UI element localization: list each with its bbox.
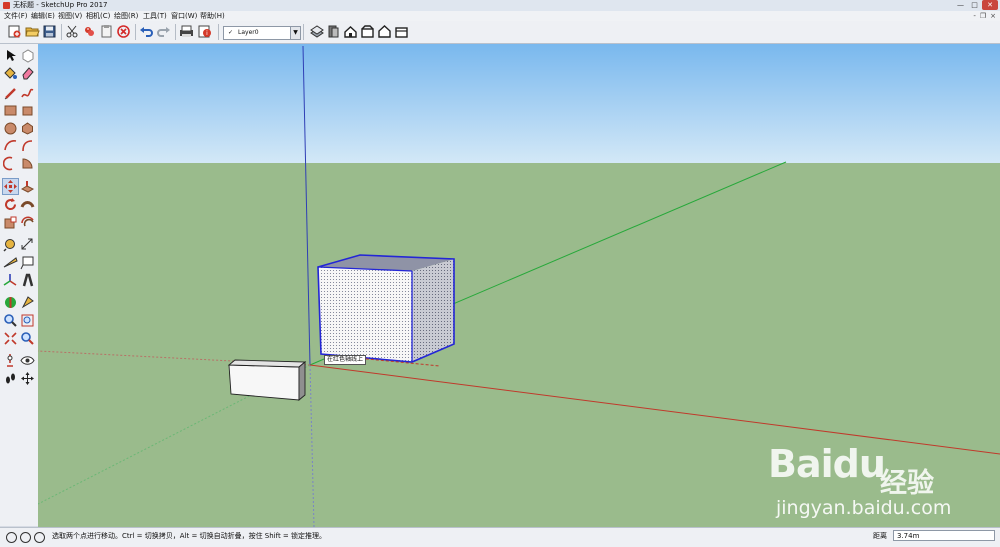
component-browser-icon[interactable] [326,24,341,39]
status-bar: 选取两个点进行移动。Ctrl = 切换拷贝，Alt = 切换自动折叠，按住 Sh… [0,527,1000,547]
layer-name: Layer0 [238,29,259,36]
window-controls: — □ ✕ [954,0,998,11]
small-box[interactable] [227,359,307,401]
paint-bucket-icon[interactable] [3,65,18,80]
two-point-arc-icon[interactable] [20,138,35,153]
sketchup-app-icon [3,2,10,9]
doc-close-button[interactable]: × [990,11,996,21]
main-toolbar: i [0,21,1000,44]
erase-icon[interactable] [116,24,131,39]
model-info-icon[interactable]: i [197,24,212,39]
zoom-icon[interactable] [3,313,18,328]
baidu-watermark-text: 经验 [880,468,934,499]
rotated-rectangle-icon[interactable] [20,103,35,118]
menu-camera[interactable]: 相机(C) [86,11,110,21]
doc-restore-button[interactable]: ❐ [980,11,986,21]
scale-icon[interactable] [3,215,18,230]
freehand-icon[interactable] [20,86,35,101]
protractor-icon[interactable] [3,255,18,270]
polygon-icon[interactable] [20,121,35,136]
toolbar-separator [303,24,304,40]
house-side-view-icon[interactable] [394,24,409,39]
layer-visible-check-icon: ✓ [228,29,234,36]
toolbar-separator [135,24,136,40]
dimension-icon[interactable] [20,237,35,252]
menu-file[interactable]: 文件(F) [4,11,28,21]
document-window-controls: - ❐ × [973,11,996,21]
offset-icon[interactable] [20,215,35,230]
maximize-button[interactable]: □ [968,0,981,10]
undo-icon[interactable] [139,24,154,39]
house-iso-view-icon[interactable] [343,24,358,39]
layers-manager-icon[interactable] [309,24,324,39]
redo-icon[interactable] [156,24,171,39]
paste-icon[interactable] [99,24,114,39]
toolbar-separator [61,24,62,40]
menu-help[interactable]: 帮助(H) [200,11,225,21]
open-folder-icon[interactable] [25,24,40,39]
status-message: 选取两个点进行移动。Ctrl = 切换拷贝，Alt = 切换自动折叠，按住 Sh… [52,532,327,540]
copy-icon[interactable] [82,24,97,39]
axes-icon[interactable] [3,273,18,288]
3d-text-icon[interactable] [20,273,35,288]
geo-location-icon[interactable] [6,532,17,543]
tape-measure-icon[interactable] [3,237,18,252]
zoom-extents-icon[interactable] [3,331,18,346]
pie-icon[interactable] [20,156,35,171]
toolbar-separator [218,24,219,40]
menu-tools[interactable]: 工具(T) [143,11,167,21]
line-pencil-icon[interactable] [3,86,18,101]
look-around-icon[interactable] [20,353,35,368]
new-file-icon[interactable] [7,24,22,39]
orbit-icon[interactable] [20,295,35,310]
doc-minimize-button[interactable]: - [973,11,976,21]
three-point-arc-icon[interactable] [3,156,18,171]
menu-edit[interactable]: 编辑(E) [31,11,55,21]
close-button[interactable]: ✕ [982,0,998,10]
minimize-button[interactable]: — [954,0,967,10]
dropdown-arrow-icon[interactable]: ▼ [290,27,300,39]
measurements-label: 距离 [873,532,887,540]
house-front-view-icon[interactable] [377,24,392,39]
position-camera-icon[interactable] [3,353,18,368]
section-plane-icon[interactable] [3,295,18,310]
circle-icon[interactable] [3,121,18,136]
selected-box[interactable] [317,254,455,363]
menu-draw[interactable]: 绘图(R) [114,11,138,21]
cut-icon[interactable] [65,24,80,39]
pan-icon[interactable] [20,371,35,386]
text-icon[interactable] [20,255,35,270]
make-component-icon[interactable] [20,48,35,63]
select-arrow-icon[interactable] [3,48,18,63]
print-icon[interactable] [179,24,194,39]
zoom-window-icon[interactable] [20,313,35,328]
save-icon[interactable] [42,24,57,39]
rotate-icon[interactable] [3,197,18,212]
credits-icon[interactable] [20,532,31,543]
measurements-input[interactable]: 3.74m [893,530,995,541]
house-top-view-icon[interactable] [360,24,375,39]
sky [38,44,1000,163]
follow-me-icon[interactable] [20,197,35,212]
large-tool-set [0,44,39,526]
menu-view[interactable]: 视图(V) [58,11,82,21]
previous-view-icon[interactable] [20,331,35,346]
baidu-watermark-logo: Baidu [768,442,886,486]
window-title: 无标题 - SketchUp Pro 2017 [13,1,108,9]
rectangle-icon[interactable] [3,103,18,118]
layer-dropdown[interactable]: ✓ Layer0 ▼ [223,26,301,40]
baidu-watermark-url: jingyan.baidu.com [776,497,952,519]
eraser-icon[interactable] [20,65,35,80]
arc-icon[interactable] [3,138,18,153]
help-icon[interactable] [34,532,45,543]
toolbar-separator [175,24,176,40]
menu-window[interactable]: 窗口(W) [171,11,197,21]
move-icon[interactable] [2,178,19,195]
menu-bar: 文件(F) 编辑(E) 视图(V) 相机(C) 绘图(R) 工具(T) 窗口(W… [0,11,1000,21]
push-pull-icon[interactable] [20,179,35,194]
inference-tooltip: 在红色轴线上 [324,355,367,365]
walk-icon[interactable] [3,371,18,386]
